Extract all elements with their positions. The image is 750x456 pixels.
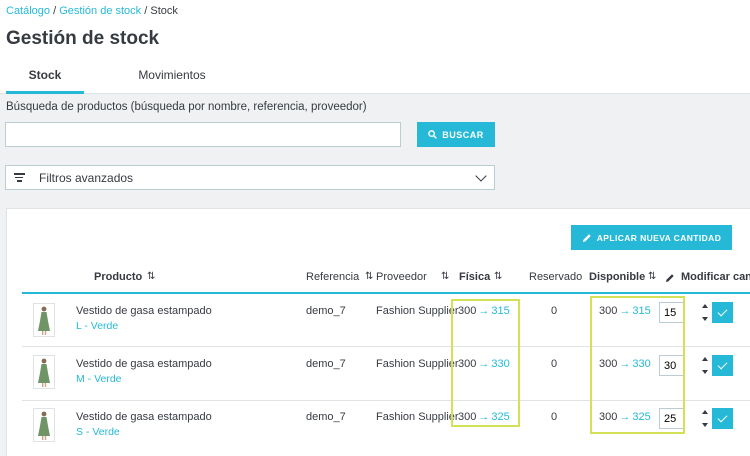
tab-bar: Stock Movimientos	[6, 58, 232, 94]
pencil-icon	[582, 233, 591, 242]
dress-image	[38, 358, 50, 387]
stepper-down-icon[interactable]	[702, 317, 708, 321]
sort-icon-product[interactable]: ⇅	[147, 271, 155, 282]
advanced-filters-toggle[interactable]: Filtros avanzados	[5, 165, 495, 190]
page-title: Gestión de stock	[6, 28, 160, 49]
search-button-label: BUSCAR	[442, 129, 484, 140]
column-header-reserved: Reservado	[529, 271, 583, 283]
dress-image	[38, 306, 50, 335]
product-supplier: Fashion Supplier	[376, 358, 459, 370]
check-icon	[717, 359, 728, 370]
quantity-stepper[interactable]	[700, 355, 710, 376]
stepper-up-icon[interactable]	[702, 357, 708, 361]
apply-button-label: APLICAR NUEVA CANTIDAD	[596, 232, 722, 243]
product-name: Vestido de gasa estampado	[76, 305, 212, 317]
search-input[interactable]	[5, 122, 401, 147]
chevron-down-icon	[475, 169, 487, 182]
advanced-filters-label: Filtros avanzados	[39, 170, 134, 185]
sort-icon-available[interactable]: ⇅	[648, 271, 656, 282]
product-variant: S - Verde	[76, 426, 120, 438]
sort-icon-supplier[interactable]: ⇅	[441, 271, 449, 282]
product-variant: L - Verde	[76, 320, 119, 332]
tab-movements[interactable]: Movimientos	[112, 58, 232, 94]
confirm-quantity-button[interactable]	[712, 302, 733, 323]
quantity-stepper[interactable]	[700, 408, 710, 429]
search-label: Búsqueda de productos (búsqueda por nomb…	[6, 101, 367, 113]
product-reference: demo_7	[306, 305, 346, 317]
column-header-reference: Referencia	[306, 271, 360, 283]
product-supplier: Fashion Supplier	[376, 411, 459, 423]
product-name: Vestido de gasa estampado	[76, 358, 212, 370]
column-header-supplier: Proveedor	[376, 271, 427, 283]
available-column-highlight	[590, 296, 685, 434]
confirm-quantity-button[interactable]	[712, 355, 733, 376]
reserved-stock: 0	[551, 411, 558, 423]
product-variant: M - Verde	[76, 373, 122, 385]
reserved-stock: 0	[551, 358, 558, 370]
breadcrumb-catalog[interactable]: Catálogo	[6, 5, 50, 17]
reserved-stock: 0	[551, 305, 558, 317]
apply-new-quantity-button[interactable]: APLICAR NUEVA CANTIDAD	[571, 225, 732, 250]
check-icon	[717, 306, 728, 317]
product-thumbnail[interactable]	[33, 408, 55, 442]
search-icon	[428, 130, 438, 139]
product-thumbnail[interactable]	[33, 303, 55, 337]
search-button[interactable]: BUSCAR	[417, 122, 495, 147]
column-header-available: Disponible	[589, 271, 646, 283]
product-supplier: Fashion Supplier	[376, 305, 459, 317]
breadcrumb-stock-management[interactable]: Gestión de stock	[59, 5, 141, 17]
breadcrumb-sep: /	[53, 5, 57, 17]
sort-icon-physical[interactable]: ⇅	[494, 271, 502, 282]
pencil-icon	[666, 274, 674, 282]
filter-icon	[13, 173, 25, 182]
breadcrumb-sep: /	[144, 5, 148, 17]
breadcrumb-current: Stock	[150, 5, 178, 17]
product-name: Vestido de gasa estampado	[76, 411, 212, 423]
product-reference: demo_7	[306, 411, 346, 423]
page-header: Catálogo / Gestión de stock / Stock Gest…	[0, 0, 750, 94]
dress-image	[38, 411, 50, 440]
stepper-up-icon[interactable]	[702, 410, 708, 414]
confirm-quantity-button[interactable]	[712, 408, 733, 429]
table-header-divider	[22, 292, 750, 294]
column-header-modify-quantity: Modificar canti	[681, 271, 750, 283]
tab-stock[interactable]: Stock	[6, 58, 84, 94]
quantity-stepper[interactable]	[700, 302, 710, 323]
sort-icon-reference[interactable]: ⇅	[365, 271, 373, 282]
product-thumbnail[interactable]	[33, 355, 55, 389]
breadcrumb: Catálogo / Gestión de stock / Stock	[6, 5, 178, 17]
check-icon	[717, 412, 728, 423]
physical-column-highlight	[451, 299, 520, 427]
stepper-down-icon[interactable]	[702, 370, 708, 374]
column-header-physical: Física	[459, 271, 491, 283]
product-reference: demo_7	[306, 358, 346, 370]
stepper-down-icon[interactable]	[702, 423, 708, 427]
column-header-product: Producto	[94, 271, 143, 283]
stepper-up-icon[interactable]	[702, 304, 708, 308]
